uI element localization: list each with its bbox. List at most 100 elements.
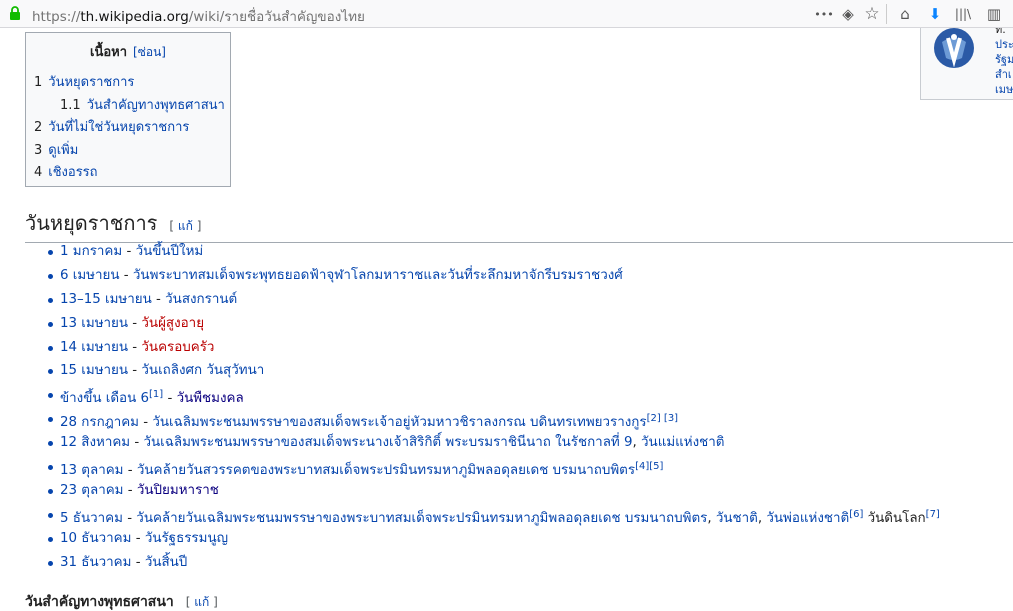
date-link[interactable]: 13–15 เมษายน	[60, 292, 152, 307]
page-actions-menu-icon[interactable]: •••	[814, 4, 834, 24]
infobox-line: ท.	[995, 28, 1006, 36]
toc-item-link[interactable]: วันหยุดราชการ	[48, 75, 134, 90]
holiday-link[interactable]: วันแม่แห่งชาติ	[641, 435, 724, 450]
toc-item[interactable]: 1.1 วันสำคัญทางพุทธศาสนา	[34, 95, 225, 118]
holiday-link[interactable]: วันพระบาทสมเด็จพระพุทธยอดฟ้าจุฬาโลกมหารา…	[133, 268, 623, 283]
date-link[interactable]: 12 สิงหาคม	[60, 435, 130, 450]
list-item: 12 สิงหาคม - วันเฉลิมพระชนมพรรษาของสมเด็…	[48, 431, 940, 455]
reference-link[interactable]: [7]	[926, 509, 940, 520]
download-icon[interactable]: ⬇	[925, 4, 945, 24]
toc-item[interactable]: 1 วันหยุดราชการ	[34, 72, 222, 95]
lock-icon	[10, 6, 20, 20]
toc-title-text: เนื้อหา	[90, 45, 128, 60]
holiday-link[interactable]: วันขึ้นปีใหม่	[136, 244, 204, 259]
toc-title: เนื้อหา [ซ่อน]	[34, 41, 222, 62]
toc-item-number: 4	[34, 165, 43, 180]
infobox-text[interactable]: ท. ประ รัฐม สำเ เมษ	[995, 28, 1013, 97]
date-link[interactable]: 13 ตุลาคม	[60, 463, 124, 478]
infobox-line[interactable]: ประ	[995, 37, 1013, 52]
holiday-link[interactable]: วันชาติ	[716, 511, 758, 526]
toc-toggle-link[interactable]: [ซ่อน]	[133, 45, 166, 59]
date-link[interactable]: 15 เมษายน	[60, 363, 128, 378]
table-of-contents: เนื้อหา [ซ่อน] 1 วันหยุดราชการ 1.1 วันสำคัญ…	[25, 32, 231, 187]
library-icon[interactable]: |||\	[953, 4, 973, 24]
date-link[interactable]: ข้างขึ้น เดือน 6	[60, 391, 149, 406]
section-title: วันหยุดราชการ	[25, 211, 158, 235]
toc-item-link[interactable]: วันที่ไม่ใช่วันหยุดราชการ	[48, 120, 189, 135]
holiday-link[interactable]: วันปิยมหาราช	[137, 483, 219, 498]
list-item: 13–15 เมษายน - วันสงกรานต์	[48, 288, 940, 312]
separator: -	[122, 244, 136, 259]
toc-item-number: 1	[34, 75, 43, 90]
section-heading-holidays: วันหยุดราชการ [ แก้ ]	[25, 207, 1013, 243]
list-item: 13 ตุลาคม - วันคล้ายวันสวรรคตของพระบาทสม…	[48, 455, 940, 479]
holiday-link[interactable]: วันสงกรานต์	[165, 292, 237, 307]
reference-link[interactable]: [4][5]	[635, 461, 663, 472]
holiday-redlink[interactable]: วันครอบครัว	[141, 340, 214, 355]
list-item: 13 เมษายน - วันผู้สูงอายุ	[48, 312, 940, 336]
separator: -	[123, 463, 137, 479]
browser-toolbar: https://th.wikipedia.org/wiki/รายชื่อวัน…	[0, 0, 1013, 28]
holiday-link[interactable]: วันเฉลิมพระชนมพรรษาของสมเด็จพระนางเจ้าสิ…	[144, 435, 633, 450]
holiday-link[interactable]: วันเฉลิมพระชนมพรรษาของสมเด็จพระเจ้าอยู่ห…	[152, 415, 646, 430]
section-heading-buddhist-days: วันสำคัญทางพุทธศาสนา [ แก้ ]	[25, 591, 218, 611]
toc-item-link[interactable]: วันสำคัญทางพุทธศาสนา	[87, 98, 225, 113]
date-link[interactable]: 31 ธันวาคม	[60, 555, 131, 570]
reference-link[interactable]: [1]	[149, 389, 163, 400]
toc-item-link[interactable]: ดูเพิ่ม	[48, 143, 78, 158]
holiday-link[interactable]: วันคล้ายวันสวรรคตของพระบาทสมเด็จพระปรมิน…	[137, 463, 635, 478]
list-item: 15 เมษายน - วันเถลิงศก วันสุวัทนา	[48, 359, 940, 383]
toc-item-number: 3	[34, 142, 43, 158]
edit-section-link[interactable]: แก้	[194, 595, 209, 609]
url-bar[interactable]: https://th.wikipedia.org/wiki/รายชื่อวัน…	[32, 5, 365, 27]
date-link[interactable]: 14 เมษายน	[60, 340, 128, 355]
infobox-line[interactable]: เมษ	[995, 82, 1013, 97]
date-link[interactable]: 5 ธันวาคม	[60, 511, 123, 526]
toc-item[interactable]: 3 ดูเพิ่ม	[34, 140, 222, 163]
toc-item[interactable]: 2 วันที่ไม่ใช่วันหยุดราชการ	[34, 117, 222, 140]
separator: -	[163, 391, 177, 407]
holiday-link[interactable]: วันพ่อแห่งชาติ	[766, 511, 849, 526]
date-link[interactable]: 6 เมษายน	[60, 268, 120, 283]
holiday-link[interactable]: วันสิ้นปี	[145, 555, 188, 570]
reference-link[interactable]: [6]	[849, 509, 863, 520]
list-item: 14 เมษายน - วันครอบครัว	[48, 336, 940, 360]
infobox-line[interactable]: สำเ	[995, 67, 1013, 82]
date-link[interactable]: 28 กรกฎาคม	[60, 415, 139, 430]
date-link[interactable]: 13 เมษายน	[60, 316, 128, 331]
infobox-portal: ท. ประ รัฐม สำเ เมษ	[920, 28, 1013, 100]
infobox-line[interactable]: รัฐม	[995, 52, 1013, 67]
pocket-icon[interactable]: ◈	[838, 4, 858, 24]
home-icon[interactable]: ⌂	[895, 4, 915, 24]
sidebar-icon[interactable]: ▥	[984, 4, 1004, 24]
holiday-redlink[interactable]: วันผู้สูงอายุ	[141, 316, 204, 331]
separator: -	[128, 315, 142, 331]
holiday-link[interactable]: วันรัฐธรรมนูญ	[145, 531, 228, 546]
wikipedia-portal-logo-icon[interactable]	[934, 28, 974, 68]
date-link[interactable]: 1 มกราคม	[60, 244, 122, 259]
holiday-link[interactable]: วันเถลิงศก วันสุวัทนา	[141, 363, 264, 378]
plain-text: วันดินโลก	[863, 510, 926, 526]
edit-bracket-open: [	[169, 219, 178, 233]
date-link[interactable]: 10 ธันวาคม	[60, 531, 131, 546]
reference-link[interactable]: [2] [3]	[647, 413, 679, 424]
list-item: ข้างขึ้น เดือน 6[1] - วันพืชมงคล	[48, 383, 940, 407]
edit-section: [ แก้ ]	[186, 595, 218, 609]
holiday-link[interactable]: วันพืชมงคล	[177, 391, 244, 406]
toc-item-link[interactable]: เชิงอรรถ	[48, 165, 97, 180]
page-content: เนื้อหา [ซ่อน] 1 วันหยุดราชการ 1.1 วันสำคัญ…	[0, 28, 1013, 611]
edit-section-link[interactable]: แก้	[178, 219, 193, 233]
holiday-link[interactable]: วันคล้ายวันเฉลิมพระชนมพรรษาของพระบาทสมเด…	[136, 511, 707, 526]
edit-bracket-close: ]	[209, 595, 218, 609]
separator: -	[131, 554, 145, 570]
separator: -	[123, 482, 137, 498]
edit-section: [ แก้ ]	[169, 219, 201, 233]
date-link[interactable]: 23 ตุลาคม	[60, 483, 124, 498]
separator: -	[151, 291, 166, 307]
bookmark-star-icon[interactable]: ☆	[862, 4, 882, 24]
separator: -	[128, 339, 142, 355]
list-item: 31 ธันวาคม - วันสิ้นปี	[48, 551, 940, 575]
toc-item[interactable]: 4 เชิงอรรถ	[34, 162, 222, 185]
separator: -	[122, 510, 137, 526]
separator: -	[139, 415, 153, 431]
